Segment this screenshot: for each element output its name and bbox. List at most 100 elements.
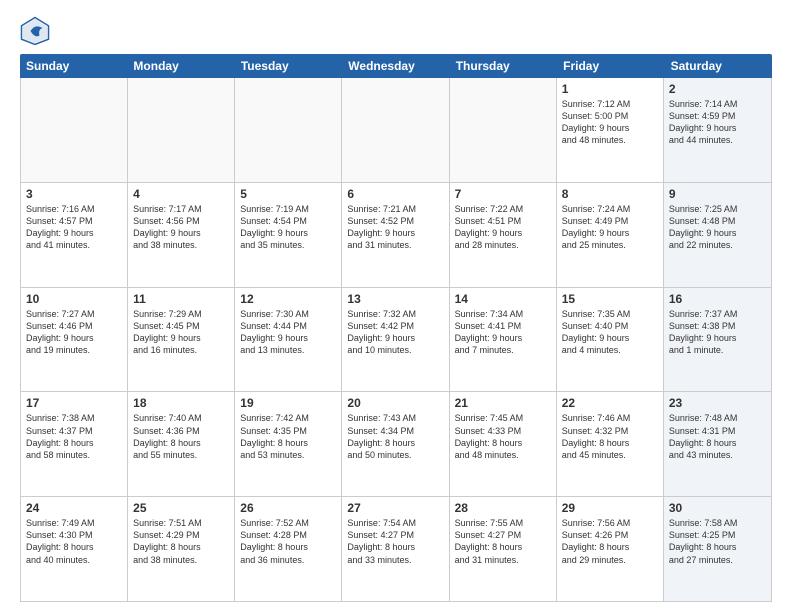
day-number: 11 xyxy=(133,292,229,306)
day-info: Sunrise: 7:37 AM Sunset: 4:38 PM Dayligh… xyxy=(669,308,766,357)
day-number: 29 xyxy=(562,501,658,515)
day-number: 17 xyxy=(26,396,122,410)
logo-icon xyxy=(20,16,50,46)
day-number: 20 xyxy=(347,396,443,410)
cal-cell xyxy=(235,78,342,182)
day-info: Sunrise: 7:54 AM Sunset: 4:27 PM Dayligh… xyxy=(347,517,443,566)
day-number: 19 xyxy=(240,396,336,410)
day-number: 10 xyxy=(26,292,122,306)
day-number: 12 xyxy=(240,292,336,306)
cal-cell: 28 Sunrise: 7:55 AM Sunset: 4:27 PM Dayli… xyxy=(450,497,557,601)
day-info: Sunrise: 7:42 AM Sunset: 4:35 PM Dayligh… xyxy=(240,412,336,461)
calendar-body: 1 Sunrise: 7:12 AM Sunset: 5:00 PM Daylig… xyxy=(20,78,772,602)
day-info: Sunrise: 7:32 AM Sunset: 4:42 PM Dayligh… xyxy=(347,308,443,357)
day-info: Sunrise: 7:24 AM Sunset: 4:49 PM Dayligh… xyxy=(562,203,658,252)
cal-cell xyxy=(450,78,557,182)
cal-cell: 7 Sunrise: 7:22 AM Sunset: 4:51 PM Daylig… xyxy=(450,183,557,287)
cal-cell: 22 Sunrise: 7:46 AM Sunset: 4:32 PM Dayli… xyxy=(557,392,664,496)
day-info: Sunrise: 7:30 AM Sunset: 4:44 PM Dayligh… xyxy=(240,308,336,357)
day-number: 23 xyxy=(669,396,766,410)
cal-cell xyxy=(342,78,449,182)
cal-cell: 8 Sunrise: 7:24 AM Sunset: 4:49 PM Daylig… xyxy=(557,183,664,287)
day-number: 16 xyxy=(669,292,766,306)
day-number: 15 xyxy=(562,292,658,306)
day-number: 9 xyxy=(669,187,766,201)
day-number: 28 xyxy=(455,501,551,515)
day-info: Sunrise: 7:25 AM Sunset: 4:48 PM Dayligh… xyxy=(669,203,766,252)
day-number: 25 xyxy=(133,501,229,515)
cal-header-saturday: Saturday xyxy=(665,54,772,78)
week-4: 17 Sunrise: 7:38 AM Sunset: 4:37 PM Dayli… xyxy=(21,392,771,497)
cal-cell: 6 Sunrise: 7:21 AM Sunset: 4:52 PM Daylig… xyxy=(342,183,449,287)
logo xyxy=(20,16,54,46)
cal-header-monday: Monday xyxy=(127,54,234,78)
calendar-header: SundayMondayTuesdayWednesdayThursdayFrid… xyxy=(20,54,772,78)
cal-cell: 18 Sunrise: 7:40 AM Sunset: 4:36 PM Dayli… xyxy=(128,392,235,496)
cal-header-thursday: Thursday xyxy=(450,54,557,78)
day-info: Sunrise: 7:48 AM Sunset: 4:31 PM Dayligh… xyxy=(669,412,766,461)
day-info: Sunrise: 7:29 AM Sunset: 4:45 PM Dayligh… xyxy=(133,308,229,357)
day-number: 22 xyxy=(562,396,658,410)
cal-cell: 13 Sunrise: 7:32 AM Sunset: 4:42 PM Dayli… xyxy=(342,288,449,392)
week-3: 10 Sunrise: 7:27 AM Sunset: 4:46 PM Dayli… xyxy=(21,288,771,393)
day-number: 5 xyxy=(240,187,336,201)
cal-cell: 17 Sunrise: 7:38 AM Sunset: 4:37 PM Dayli… xyxy=(21,392,128,496)
day-number: 13 xyxy=(347,292,443,306)
cal-cell: 12 Sunrise: 7:30 AM Sunset: 4:44 PM Dayli… xyxy=(235,288,342,392)
day-info: Sunrise: 7:56 AM Sunset: 4:26 PM Dayligh… xyxy=(562,517,658,566)
day-info: Sunrise: 7:35 AM Sunset: 4:40 PM Dayligh… xyxy=(562,308,658,357)
day-number: 21 xyxy=(455,396,551,410)
cal-cell: 1 Sunrise: 7:12 AM Sunset: 5:00 PM Daylig… xyxy=(557,78,664,182)
day-number: 1 xyxy=(562,82,658,96)
cal-cell xyxy=(128,78,235,182)
cal-cell: 5 Sunrise: 7:19 AM Sunset: 4:54 PM Daylig… xyxy=(235,183,342,287)
cal-cell: 25Sunrise: 7:51 AM Sunset: 4:29 PM Dayli… xyxy=(128,497,235,601)
cal-cell: 24Sunrise: 7:49 AM Sunset: 4:30 PM Dayli… xyxy=(21,497,128,601)
cal-cell: 19 Sunrise: 7:42 AM Sunset: 4:35 PM Dayli… xyxy=(235,392,342,496)
day-info: Sunrise: 7:49 AM Sunset: 4:30 PM Dayligh… xyxy=(26,517,122,566)
cal-cell: 11 Sunrise: 7:29 AM Sunset: 4:45 PM Dayli… xyxy=(128,288,235,392)
cal-cell: 14Sunrise: 7:34 AM Sunset: 4:41 PM Dayli… xyxy=(450,288,557,392)
cal-cell: 4 Sunrise: 7:17 AM Sunset: 4:56 PM Daylig… xyxy=(128,183,235,287)
day-info: Sunrise: 7:43 AM Sunset: 4:34 PM Dayligh… xyxy=(347,412,443,461)
day-info: Sunrise: 7:27 AM Sunset: 4:46 PM Dayligh… xyxy=(26,308,122,357)
day-info: Sunrise: 7:17 AM Sunset: 4:56 PM Dayligh… xyxy=(133,203,229,252)
cal-cell: 26Sunrise: 7:52 AM Sunset: 4:28 PM Dayli… xyxy=(235,497,342,601)
day-info: Sunrise: 7:55 AM Sunset: 4:27 PM Dayligh… xyxy=(455,517,551,566)
cal-cell: 10 Sunrise: 7:27 AM Sunset: 4:46 PM Dayli… xyxy=(21,288,128,392)
cal-cell: 2 Sunrise: 7:14 AM Sunset: 4:59 PM Daylig… xyxy=(664,78,771,182)
day-number: 18 xyxy=(133,396,229,410)
cal-cell: 20 Sunrise: 7:43 AM Sunset: 4:34 PM Dayli… xyxy=(342,392,449,496)
cal-cell: 16 Sunrise: 7:37 AM Sunset: 4:38 PM Dayli… xyxy=(664,288,771,392)
day-number: 7 xyxy=(455,187,551,201)
cal-header-tuesday: Tuesday xyxy=(235,54,342,78)
cal-cell: 23 Sunrise: 7:48 AM Sunset: 4:31 PM Dayli… xyxy=(664,392,771,496)
day-info: Sunrise: 7:40 AM Sunset: 4:36 PM Dayligh… xyxy=(133,412,229,461)
week-5: 24Sunrise: 7:49 AM Sunset: 4:30 PM Dayli… xyxy=(21,497,771,601)
cal-cell xyxy=(21,78,128,182)
day-info: Sunrise: 7:14 AM Sunset: 4:59 PM Dayligh… xyxy=(669,98,766,147)
day-info: Sunrise: 7:21 AM Sunset: 4:52 PM Dayligh… xyxy=(347,203,443,252)
cal-header-sunday: Sunday xyxy=(20,54,127,78)
day-info: Sunrise: 7:52 AM Sunset: 4:28 PM Dayligh… xyxy=(240,517,336,566)
cal-cell: 21 Sunrise: 7:45 AM Sunset: 4:33 PM Dayli… xyxy=(450,392,557,496)
day-info: Sunrise: 7:22 AM Sunset: 4:51 PM Dayligh… xyxy=(455,203,551,252)
day-info: Sunrise: 7:38 AM Sunset: 4:37 PM Dayligh… xyxy=(26,412,122,461)
cal-header-wednesday: Wednesday xyxy=(342,54,449,78)
week-1: 1 Sunrise: 7:12 AM Sunset: 5:00 PM Daylig… xyxy=(21,78,771,183)
day-number: 4 xyxy=(133,187,229,201)
cal-cell: 29 Sunrise: 7:56 AM Sunset: 4:26 PM Dayli… xyxy=(557,497,664,601)
day-number: 27 xyxy=(347,501,443,515)
day-info: Sunrise: 7:46 AM Sunset: 4:32 PM Dayligh… xyxy=(562,412,658,461)
day-number: 8 xyxy=(562,187,658,201)
day-number: 2 xyxy=(669,82,766,96)
day-number: 14 xyxy=(455,292,551,306)
day-number: 6 xyxy=(347,187,443,201)
day-info: Sunrise: 7:12 AM Sunset: 5:00 PM Dayligh… xyxy=(562,98,658,147)
page: SundayMondayTuesdayWednesdayThursdayFrid… xyxy=(0,0,792,612)
day-info: Sunrise: 7:19 AM Sunset: 4:54 PM Dayligh… xyxy=(240,203,336,252)
calendar: SundayMondayTuesdayWednesdayThursdayFrid… xyxy=(20,54,772,602)
header xyxy=(20,16,772,46)
week-2: 3Sunrise: 7:16 AM Sunset: 4:57 PM Daylig… xyxy=(21,183,771,288)
day-info: Sunrise: 7:45 AM Sunset: 4:33 PM Dayligh… xyxy=(455,412,551,461)
